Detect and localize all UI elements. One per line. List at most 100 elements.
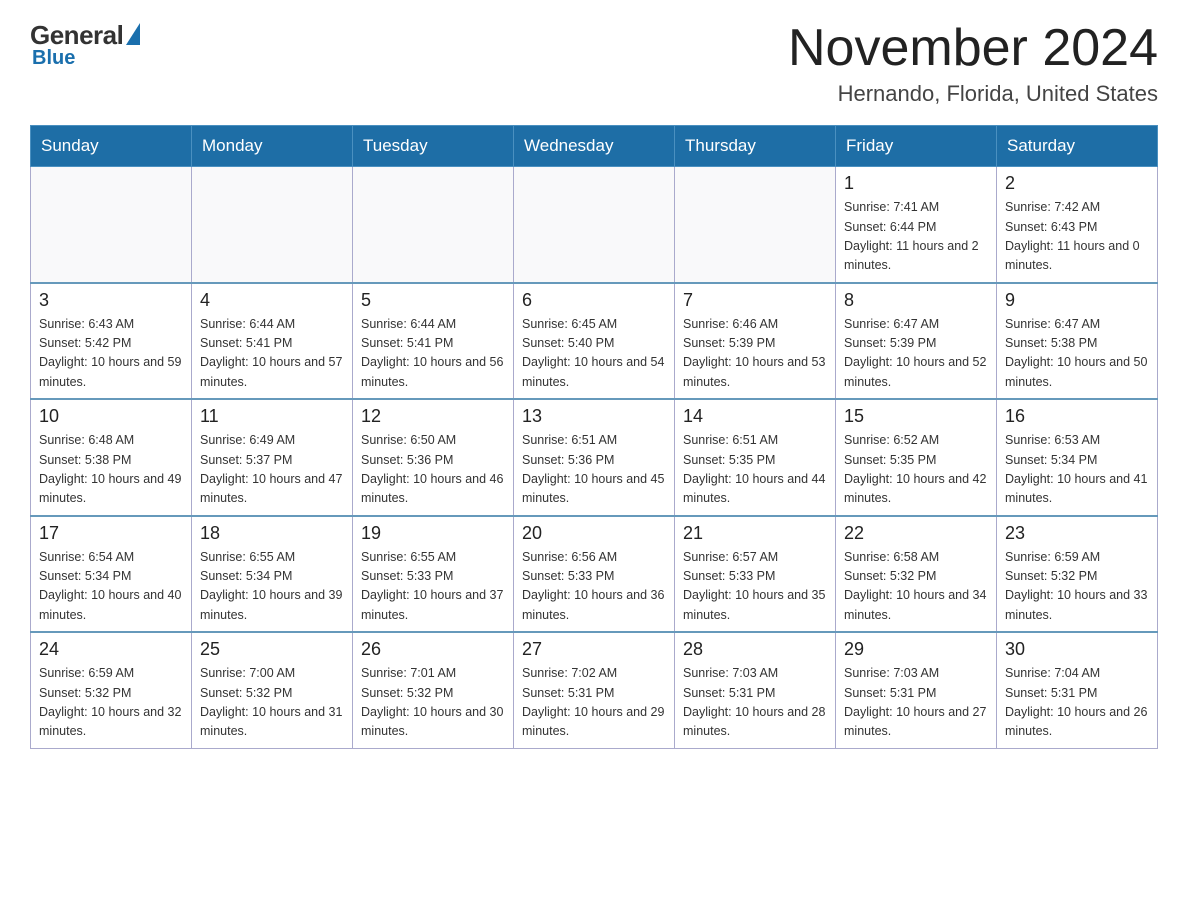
calendar-cell-w4-d5: 29 Sunrise: 7:03 AMSunset: 5:31 PMDayligh…: [836, 632, 997, 748]
calendar-cell-w2-d0: 10 Sunrise: 6:48 AMSunset: 5:38 PMDayligh…: [31, 399, 192, 516]
calendar-cell-w3-d0: 17 Sunrise: 6:54 AMSunset: 5:34 PMDayligh…: [31, 516, 192, 633]
header-tuesday: Tuesday: [353, 126, 514, 167]
day-number: 6: [522, 290, 666, 311]
logo-blue-text: Blue: [32, 47, 75, 70]
calendar-cell-w0-d3: [514, 167, 675, 283]
day-info: Sunrise: 6:44 AMSunset: 5:41 PMDaylight:…: [200, 315, 344, 393]
calendar-cell-w0-d2: [353, 167, 514, 283]
day-info: Sunrise: 6:55 AMSunset: 5:34 PMDaylight:…: [200, 548, 344, 626]
day-info: Sunrise: 6:55 AMSunset: 5:33 PMDaylight:…: [361, 548, 505, 626]
logo-triangle-icon: [126, 23, 140, 45]
day-info: Sunrise: 6:59 AMSunset: 5:32 PMDaylight:…: [39, 664, 183, 742]
calendar-cell-w1-d5: 8 Sunrise: 6:47 AMSunset: 5:39 PMDaylight…: [836, 283, 997, 400]
week-row-0: 1 Sunrise: 7:41 AMSunset: 6:44 PMDaylight…: [31, 167, 1158, 283]
calendar-cell-w3-d6: 23Sunrise: 6:59 AMSunset: 5:32 PMDayligh…: [997, 516, 1158, 633]
calendar-cell-w0-d1: [192, 167, 353, 283]
day-number: 17: [39, 523, 183, 544]
day-number: 1: [844, 173, 988, 194]
calendar-cell-w2-d4: 14 Sunrise: 6:51 AMSunset: 5:35 PMDayligh…: [675, 399, 836, 516]
day-info: Sunrise: 6:49 AMSunset: 5:37 PMDaylight:…: [200, 431, 344, 509]
day-info: Sunrise: 6:51 AMSunset: 5:36 PMDaylight:…: [522, 431, 666, 509]
day-info: Sunrise: 6:56 AMSunset: 5:33 PMDaylight:…: [522, 548, 666, 626]
calendar-cell-w4-d0: 24 Sunrise: 6:59 AMSunset: 5:32 PMDayligh…: [31, 632, 192, 748]
day-info: Sunrise: 6:54 AMSunset: 5:34 PMDaylight:…: [39, 548, 183, 626]
calendar-cell-w3-d1: 18 Sunrise: 6:55 AMSunset: 5:34 PMDayligh…: [192, 516, 353, 633]
day-number: 8: [844, 290, 988, 311]
day-number: 24: [39, 639, 183, 660]
day-number: 21: [683, 523, 827, 544]
calendar-cell-w2-d2: 12Sunrise: 6:50 AMSunset: 5:36 PMDayligh…: [353, 399, 514, 516]
day-number: 4: [200, 290, 344, 311]
day-number: 2: [1005, 173, 1149, 194]
day-number: 14: [683, 406, 827, 427]
calendar-cell-w3-d3: 20 Sunrise: 6:56 AMSunset: 5:33 PMDayligh…: [514, 516, 675, 633]
header-thursday: Thursday: [675, 126, 836, 167]
calendar-cell-w0-d0: [31, 167, 192, 283]
calendar-cell-w4-d1: 25 Sunrise: 7:00 AMSunset: 5:32 PMDayligh…: [192, 632, 353, 748]
day-info: Sunrise: 6:43 AMSunset: 5:42 PMDaylight:…: [39, 315, 183, 393]
day-info: Sunrise: 6:57 AMSunset: 5:33 PMDaylight:…: [683, 548, 827, 626]
day-info: Sunrise: 6:47 AMSunset: 5:38 PMDaylight:…: [1005, 315, 1149, 393]
calendar-cell-w3-d5: 22 Sunrise: 6:58 AMSunset: 5:32 PMDayligh…: [836, 516, 997, 633]
day-info: Sunrise: 7:00 AMSunset: 5:32 PMDaylight:…: [200, 664, 344, 742]
day-number: 3: [39, 290, 183, 311]
week-row-4: 24 Sunrise: 6:59 AMSunset: 5:32 PMDayligh…: [31, 632, 1158, 748]
header-saturday: Saturday: [997, 126, 1158, 167]
day-number: 7: [683, 290, 827, 311]
day-info: Sunrise: 6:59 AMSunset: 5:32 PMDaylight:…: [1005, 548, 1149, 626]
day-number: 20: [522, 523, 666, 544]
day-number: 15: [844, 406, 988, 427]
day-number: 26: [361, 639, 505, 660]
day-info: Sunrise: 6:51 AMSunset: 5:35 PMDaylight:…: [683, 431, 827, 509]
day-info: Sunrise: 6:58 AMSunset: 5:32 PMDaylight:…: [844, 548, 988, 626]
week-row-3: 17 Sunrise: 6:54 AMSunset: 5:34 PMDayligh…: [31, 516, 1158, 633]
day-info: Sunrise: 7:02 AMSunset: 5:31 PMDaylight:…: [522, 664, 666, 742]
day-info: Sunrise: 6:47 AMSunset: 5:39 PMDaylight:…: [844, 315, 988, 393]
calendar-cell-w1-d6: 9 Sunrise: 6:47 AMSunset: 5:38 PMDaylight…: [997, 283, 1158, 400]
day-info: Sunrise: 6:48 AMSunset: 5:38 PMDaylight:…: [39, 431, 183, 509]
week-row-2: 10 Sunrise: 6:48 AMSunset: 5:38 PMDayligh…: [31, 399, 1158, 516]
calendar-cell-w2-d6: 16Sunrise: 6:53 AMSunset: 5:34 PMDayligh…: [997, 399, 1158, 516]
day-number: 16: [1005, 406, 1149, 427]
day-info: Sunrise: 7:01 AMSunset: 5:32 PMDaylight:…: [361, 664, 505, 742]
header-monday: Monday: [192, 126, 353, 167]
day-number: 28: [683, 639, 827, 660]
day-number: 13: [522, 406, 666, 427]
calendar-cell-w3-d4: 21 Sunrise: 6:57 AMSunset: 5:33 PMDayligh…: [675, 516, 836, 633]
day-number: 18: [200, 523, 344, 544]
day-number: 25: [200, 639, 344, 660]
day-info: Sunrise: 7:41 AMSunset: 6:44 PMDaylight:…: [844, 198, 988, 276]
week-row-1: 3 Sunrise: 6:43 AMSunset: 5:42 PMDaylight…: [31, 283, 1158, 400]
day-info: Sunrise: 6:45 AMSunset: 5:40 PMDaylight:…: [522, 315, 666, 393]
location-subtitle: Hernando, Florida, United States: [788, 81, 1158, 107]
day-number: 22: [844, 523, 988, 544]
calendar-cell-w2-d5: 15Sunrise: 6:52 AMSunset: 5:35 PMDayligh…: [836, 399, 997, 516]
day-number: 30: [1005, 639, 1149, 660]
calendar-cell-w3-d2: 19Sunrise: 6:55 AMSunset: 5:33 PMDayligh…: [353, 516, 514, 633]
calendar-cell-w1-d1: 4 Sunrise: 6:44 AMSunset: 5:41 PMDaylight…: [192, 283, 353, 400]
day-number: 5: [361, 290, 505, 311]
calendar-cell-w4-d6: 30 Sunrise: 7:04 AMSunset: 5:31 PMDayligh…: [997, 632, 1158, 748]
day-number: 11: [200, 406, 344, 427]
calendar-cell-w1-d4: 7 Sunrise: 6:46 AMSunset: 5:39 PMDaylight…: [675, 283, 836, 400]
day-info: Sunrise: 7:42 AMSunset: 6:43 PMDaylight:…: [1005, 198, 1149, 276]
page-header: General Blue November 2024 Hernando, Flo…: [30, 20, 1158, 107]
header-wednesday: Wednesday: [514, 126, 675, 167]
calendar-cell-w0-d6: 2 Sunrise: 7:42 AMSunset: 6:43 PMDaylight…: [997, 167, 1158, 283]
title-section: November 2024 Hernando, Florida, United …: [788, 20, 1158, 107]
calendar-cell-w4-d4: 28Sunrise: 7:03 AMSunset: 5:31 PMDayligh…: [675, 632, 836, 748]
calendar-cell-w0-d5: 1 Sunrise: 7:41 AMSunset: 6:44 PMDaylight…: [836, 167, 997, 283]
day-number: 9: [1005, 290, 1149, 311]
day-info: Sunrise: 6:46 AMSunset: 5:39 PMDaylight:…: [683, 315, 827, 393]
calendar-cell-w4-d2: 26 Sunrise: 7:01 AMSunset: 5:32 PMDayligh…: [353, 632, 514, 748]
day-info: Sunrise: 6:50 AMSunset: 5:36 PMDaylight:…: [361, 431, 505, 509]
day-number: 29: [844, 639, 988, 660]
calendar-cell-w2-d1: 11 Sunrise: 6:49 AMSunset: 5:37 PMDayligh…: [192, 399, 353, 516]
weekday-header-row: Sunday Monday Tuesday Wednesday Thursday…: [31, 126, 1158, 167]
day-number: 10: [39, 406, 183, 427]
day-info: Sunrise: 7:03 AMSunset: 5:31 PMDaylight:…: [844, 664, 988, 742]
calendar-table: Sunday Monday Tuesday Wednesday Thursday…: [30, 125, 1158, 749]
day-info: Sunrise: 7:04 AMSunset: 5:31 PMDaylight:…: [1005, 664, 1149, 742]
calendar-cell-w2-d3: 13 Sunrise: 6:51 AMSunset: 5:36 PMDayligh…: [514, 399, 675, 516]
logo: General Blue: [30, 20, 140, 70]
